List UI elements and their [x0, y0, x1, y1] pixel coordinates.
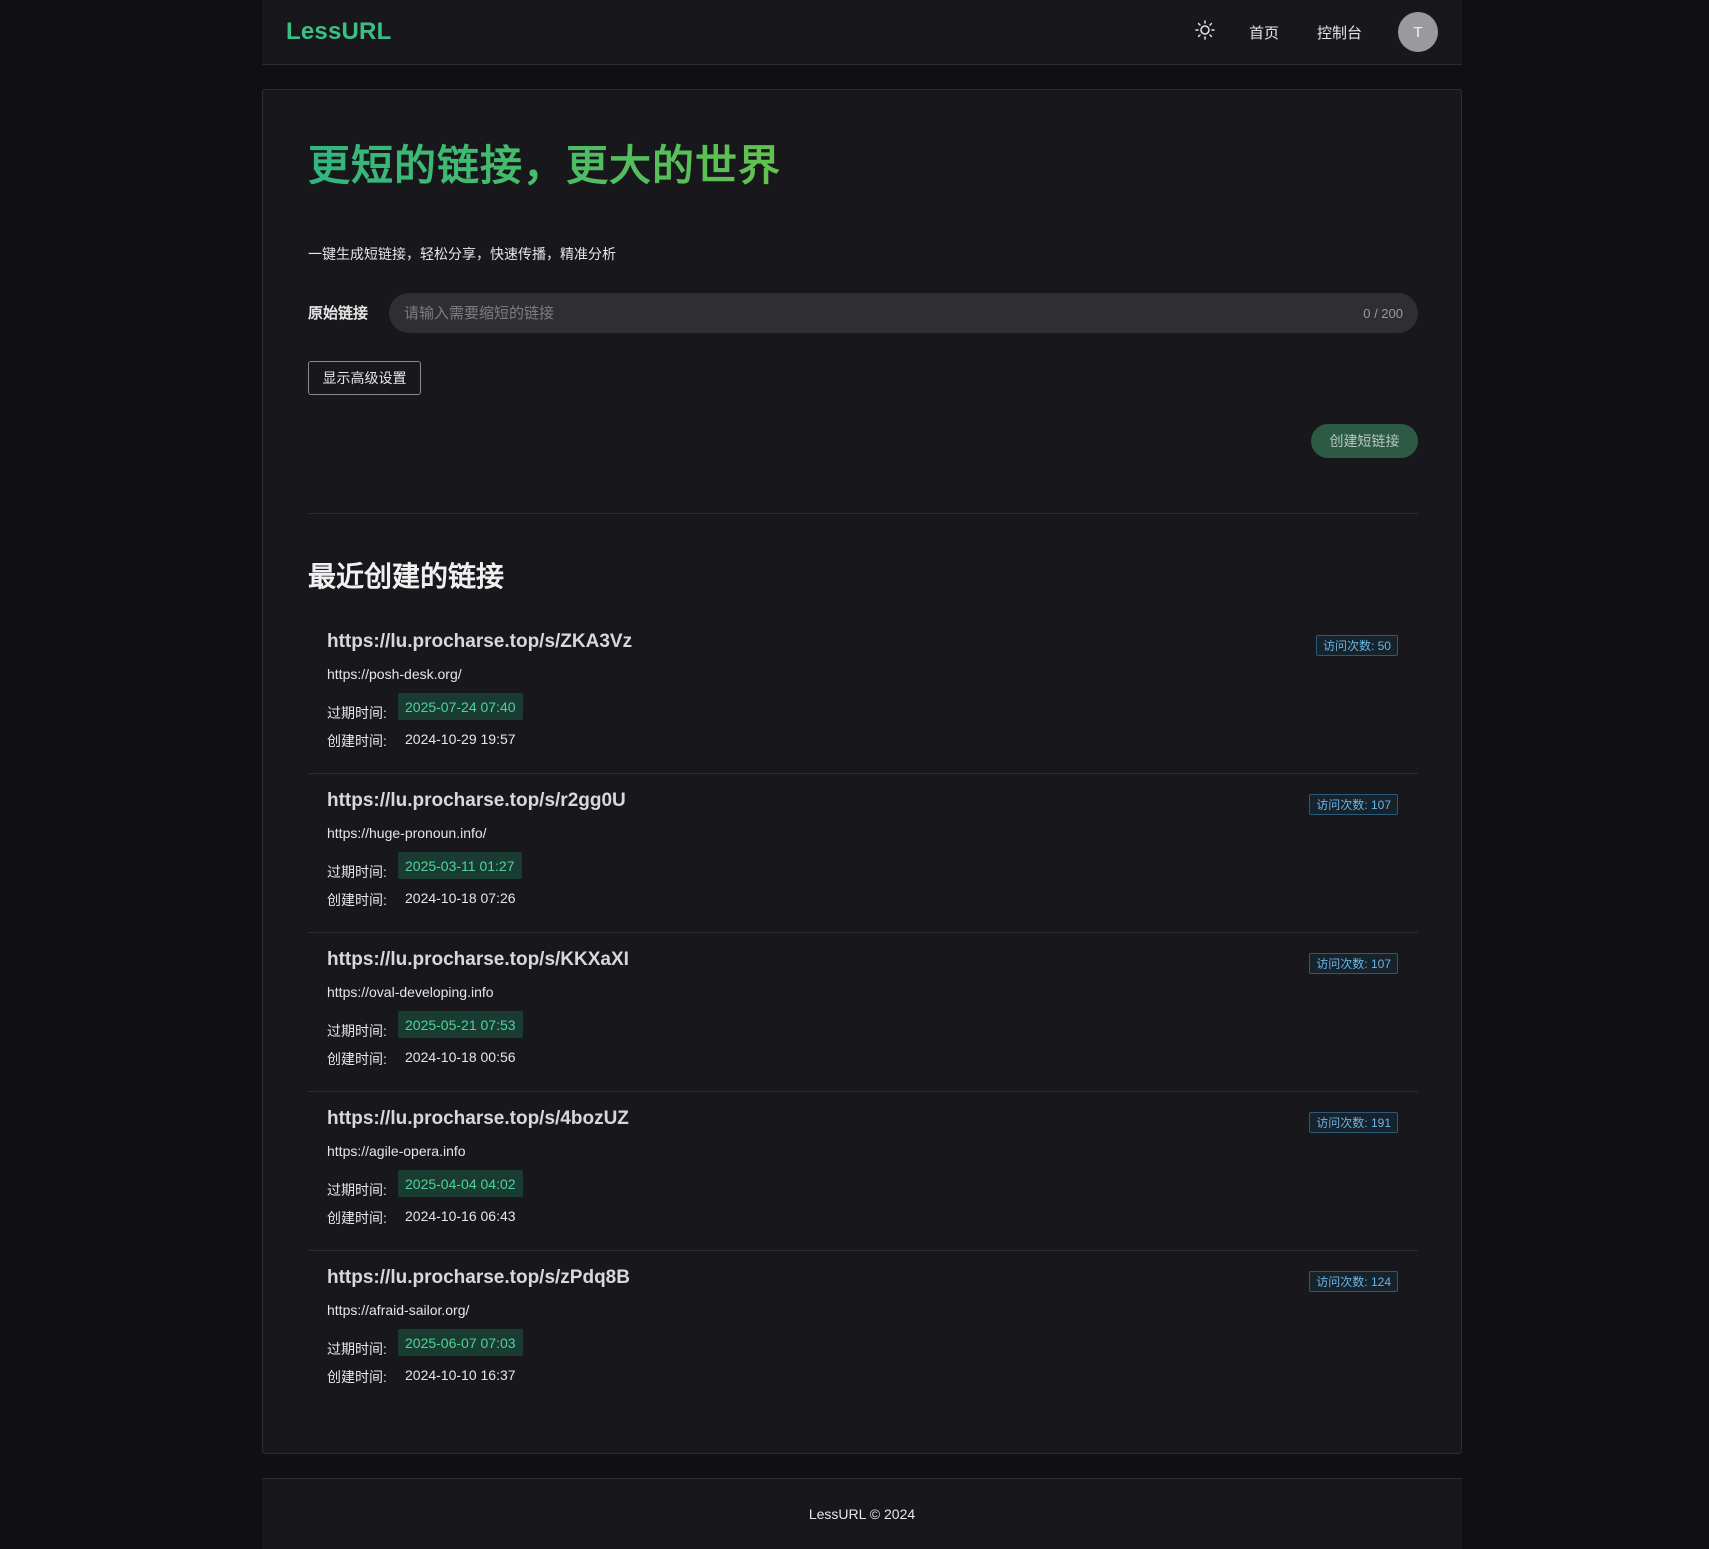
list-item: https://lu.procharse.top/s/4bozUZ 访问次数: …	[308, 1092, 1418, 1251]
created-time-value: 2024-10-18 00:56	[405, 1049, 516, 1065]
top-header: LessURL 首页 控制台 T	[262, 0, 1462, 65]
created-label: 创建时间:	[327, 1051, 387, 1067]
page: LessURL 首页 控制台 T 更短的链接，更大的世界 一键生成短链接，轻松分…	[262, 0, 1462, 1549]
expire-time-tag: 2025-06-07 07:03	[398, 1329, 523, 1356]
hero-title: 更短的链接，更大的世界	[308, 132, 781, 193]
logo[interactable]: LessURL	[286, 18, 391, 46]
visit-count-badge: 访问次数: 107	[1309, 953, 1398, 974]
expire-label: 过期时间:	[327, 1182, 387, 1198]
created-time-value: 2024-10-18 07:26	[405, 890, 516, 906]
create-short-link-button[interactable]: 创建短链接	[1311, 424, 1418, 458]
main-card: 更短的链接，更大的世界 一键生成短链接，轻松分享，快速传播，精准分析 原始链接 …	[262, 89, 1462, 1454]
original-url-text: https://huge-pronoun.info/	[327, 825, 487, 841]
expire-label: 过期时间:	[327, 705, 387, 721]
divider	[308, 513, 1418, 514]
expire-time-tag: 2025-03-11 01:27	[398, 852, 522, 879]
short-url-link[interactable]: https://lu.procharse.top/s/zPdq8B	[327, 1267, 630, 1289]
visit-count-badge: 访问次数: 124	[1309, 1271, 1398, 1292]
original-url-label: 原始链接	[308, 305, 369, 322]
original-url-text: https://afraid-sailor.org/	[327, 1302, 470, 1318]
created-time-value: 2024-10-29 19:57	[405, 731, 516, 747]
footer: LessURL © 2024	[262, 1478, 1462, 1549]
created-label: 创建时间:	[327, 1369, 387, 1385]
short-url-link[interactable]: https://lu.procharse.top/s/r2gg0U	[327, 790, 626, 812]
created-label: 创建时间:	[327, 892, 387, 908]
expire-label: 过期时间:	[327, 1341, 387, 1357]
original-url-text: https://agile-opera.info	[327, 1143, 466, 1159]
char-count: 0 / 200	[1363, 305, 1403, 321]
expire-label: 过期时间:	[327, 864, 387, 880]
visit-count-badge: 访问次数: 50	[1315, 635, 1398, 656]
visit-count-badge: 访问次数: 107	[1309, 794, 1398, 815]
show-advanced-settings-button[interactable]: 显示高级设置	[308, 361, 421, 395]
sun-icon	[1195, 19, 1215, 45]
nav-home-link[interactable]: 首页	[1249, 22, 1279, 43]
original-url-input[interactable]	[404, 304, 1364, 322]
recent-links-list: https://lu.procharse.top/s/ZKA3Vz 访问次数: …	[308, 615, 1418, 1410]
list-item: https://lu.procharse.top/s/ZKA3Vz 访问次数: …	[308, 615, 1418, 774]
hero-subtitle: 一键生成短链接，轻松分享，快速传播，精准分析	[308, 246, 616, 262]
expire-time-tag: 2025-04-04 04:02	[398, 1170, 523, 1197]
nav-dashboard-link[interactable]: 控制台	[1317, 22, 1362, 43]
recent-links-title: 最近创建的链接	[308, 561, 505, 592]
short-url-link[interactable]: https://lu.procharse.top/s/ZKA3Vz	[327, 631, 632, 653]
theme-toggle-button[interactable]	[1191, 18, 1219, 46]
original-url-text: https://oval-developing.info	[327, 984, 494, 1000]
list-item: https://lu.procharse.top/s/r2gg0U 访问次数: …	[308, 774, 1418, 933]
created-label: 创建时间:	[327, 1210, 387, 1226]
visit-count-badge: 访问次数: 191	[1309, 1112, 1398, 1133]
created-time-value: 2024-10-16 06:43	[405, 1208, 516, 1224]
short-url-link[interactable]: https://lu.procharse.top/s/4bozUZ	[327, 1108, 629, 1130]
expire-time-tag: 2025-07-24 07:40	[398, 693, 523, 720]
short-url-link[interactable]: https://lu.procharse.top/s/KKXaXI	[327, 949, 629, 971]
expire-time-tag: 2025-05-21 07:53	[398, 1011, 523, 1038]
nav: 首页 控制台 T	[1191, 12, 1438, 52]
original-url-text: https://posh-desk.org/	[327, 666, 462, 682]
created-label: 创建时间:	[327, 733, 387, 749]
footer-copyright: LessURL © 2024	[808, 1506, 916, 1522]
url-input-container: 0 / 200	[389, 293, 1418, 333]
list-item: https://lu.procharse.top/s/KKXaXI 访问次数: …	[308, 933, 1418, 1092]
expire-label: 过期时间:	[327, 1023, 387, 1039]
created-time-value: 2024-10-10 16:37	[405, 1367, 516, 1383]
avatar[interactable]: T	[1398, 12, 1438, 52]
list-item: https://lu.procharse.top/s/zPdq8B 访问次数: …	[308, 1251, 1418, 1410]
